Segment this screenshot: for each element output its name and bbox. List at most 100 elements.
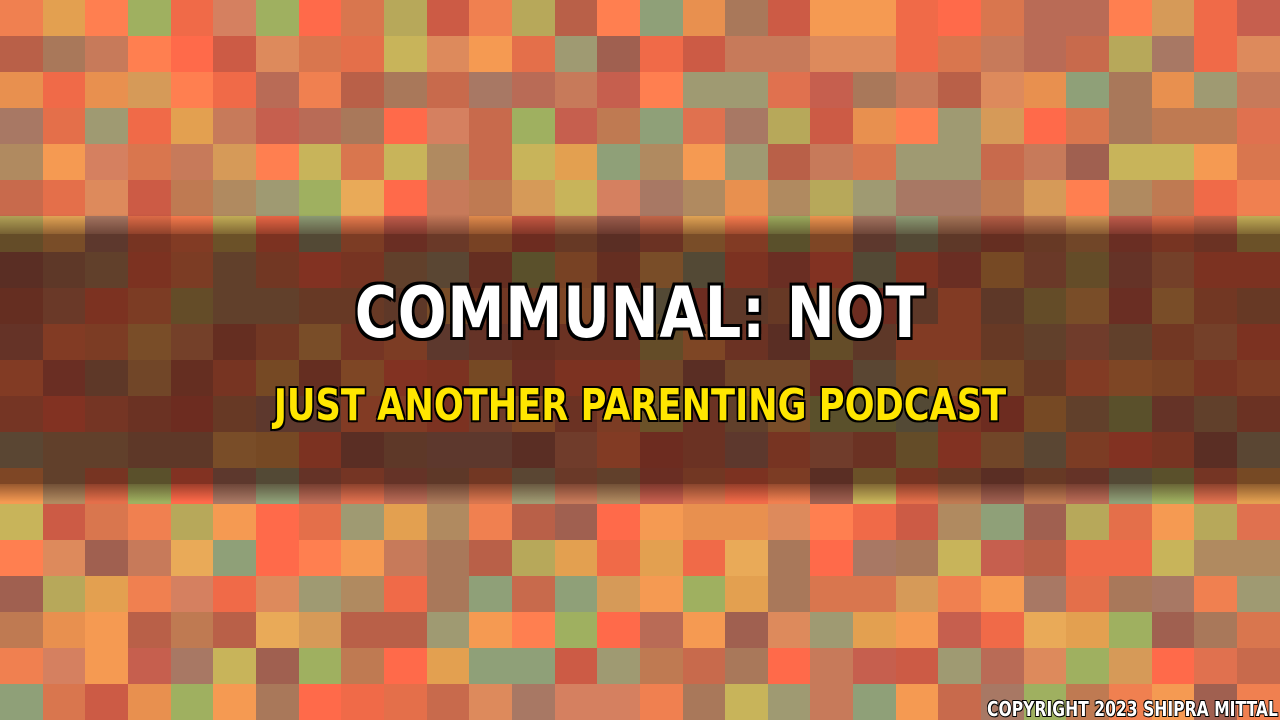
mosaic-tile: [810, 540, 854, 576]
mosaic-tile: [767, 576, 811, 612]
mosaic-tile: [1151, 612, 1195, 648]
mosaic-tile: [895, 684, 939, 720]
mosaic-tile: [639, 108, 683, 144]
mosaic-tile: [1194, 180, 1238, 216]
mosaic-tile: [42, 504, 86, 540]
mosaic-tile: [1151, 648, 1195, 684]
mosaic-tile: [426, 684, 470, 720]
mosaic-tile: [981, 648, 1024, 684]
mosaic-tile: [981, 504, 1024, 540]
mosaic-tile: [213, 504, 256, 540]
mosaic-tile: [469, 648, 512, 684]
mosaic-tile: [341, 648, 384, 684]
mosaic-tile: [1237, 108, 1280, 144]
podcast-subtitle: JUST ANOTHER PARENTING PODCAST: [273, 379, 1008, 433]
mosaic-tile: [341, 144, 384, 180]
mosaic-tile: [341, 108, 384, 144]
mosaic-tile: [426, 504, 470, 540]
mosaic-tile: [597, 684, 640, 720]
mosaic-tile: [554, 36, 598, 72]
mosaic-tile: [1194, 108, 1238, 144]
mosaic-tile: [341, 684, 384, 720]
mosaic-tile: [853, 648, 896, 684]
mosaic-tile: [426, 576, 470, 612]
mosaic-tile: [42, 684, 86, 720]
mosaic-tile: [341, 36, 384, 72]
mosaic-tile: [1066, 576, 1110, 612]
mosaic-tile: [725, 504, 768, 540]
mosaic-tile: [213, 36, 256, 72]
mosaic-tile: [170, 72, 214, 108]
mosaic-tile: [127, 108, 171, 144]
mosaic-tile: [895, 0, 939, 36]
mosaic-tile: [0, 72, 43, 108]
mosaic-tile: [1151, 576, 1195, 612]
mosaic-tile: [383, 144, 427, 180]
mosaic-tile: [981, 0, 1024, 36]
mosaic-tile: [554, 540, 598, 576]
mosaic-tile: [938, 540, 982, 576]
mosaic-tile: [170, 504, 214, 540]
mosaic-tile: [853, 684, 896, 720]
mosaic-tile: [1066, 72, 1110, 108]
mosaic-tile: [810, 144, 854, 180]
mosaic-tile: [981, 540, 1024, 576]
mosaic-tile: [1109, 612, 1152, 648]
mosaic-tile: [1237, 540, 1280, 576]
mosaic-tile: [767, 540, 811, 576]
mosaic-tile: [725, 576, 768, 612]
mosaic-tile: [938, 144, 982, 180]
mosaic-tile: [383, 180, 427, 216]
mosaic-tile: [341, 576, 384, 612]
mosaic-tile: [511, 576, 555, 612]
mosaic-tile: [597, 144, 640, 180]
mosaic-tile: [682, 648, 726, 684]
band-fade-top: [0, 214, 1280, 234]
mosaic-tile: [383, 612, 427, 648]
mosaic-tile: [0, 180, 43, 216]
mosaic-tile: [1194, 576, 1238, 612]
mosaic-tile: [1023, 108, 1067, 144]
mosaic-tile: [341, 612, 384, 648]
mosaic-tile: [1194, 648, 1238, 684]
mosaic-tile: [469, 108, 512, 144]
mosaic-tile: [767, 36, 811, 72]
mosaic-tile: [895, 144, 939, 180]
mosaic-tile: [213, 684, 256, 720]
mosaic-tile: [682, 612, 726, 648]
mosaic-tile: [1194, 36, 1238, 72]
mosaic-tile: [127, 72, 171, 108]
mosaic-tile: [1066, 612, 1110, 648]
mosaic-tile: [981, 612, 1024, 648]
mosaic-tile: [42, 180, 86, 216]
mosaic-tile: [85, 36, 128, 72]
mosaic-tile: [853, 504, 896, 540]
mosaic-tile: [170, 108, 214, 144]
mosaic-tile: [597, 504, 640, 540]
mosaic-tile: [853, 108, 896, 144]
mosaic-tile: [213, 0, 256, 36]
mosaic-tile: [938, 504, 982, 540]
mosaic-tile: [597, 576, 640, 612]
mosaic-tile: [767, 612, 811, 648]
mosaic-tile: [639, 144, 683, 180]
mosaic-tile: [1194, 144, 1238, 180]
mosaic-tile: [981, 72, 1024, 108]
mosaic-tile: [682, 180, 726, 216]
mosaic-tile: [639, 684, 683, 720]
mosaic-tile: [0, 144, 43, 180]
mosaic-tile: [341, 72, 384, 108]
mosaic-tile: [895, 108, 939, 144]
mosaic-tile: [1237, 72, 1280, 108]
mosaic-tile: [895, 612, 939, 648]
mosaic-tile: [255, 144, 299, 180]
mosaic-tile: [213, 72, 256, 108]
mosaic-tile: [1194, 504, 1238, 540]
mosaic-tile: [682, 684, 726, 720]
mosaic-tile: [639, 72, 683, 108]
mosaic-tile: [383, 0, 427, 36]
mosaic-tile: [511, 504, 555, 540]
mosaic-tile: [1066, 504, 1110, 540]
mosaic-tile: [213, 540, 256, 576]
mosaic-tile: [597, 648, 640, 684]
